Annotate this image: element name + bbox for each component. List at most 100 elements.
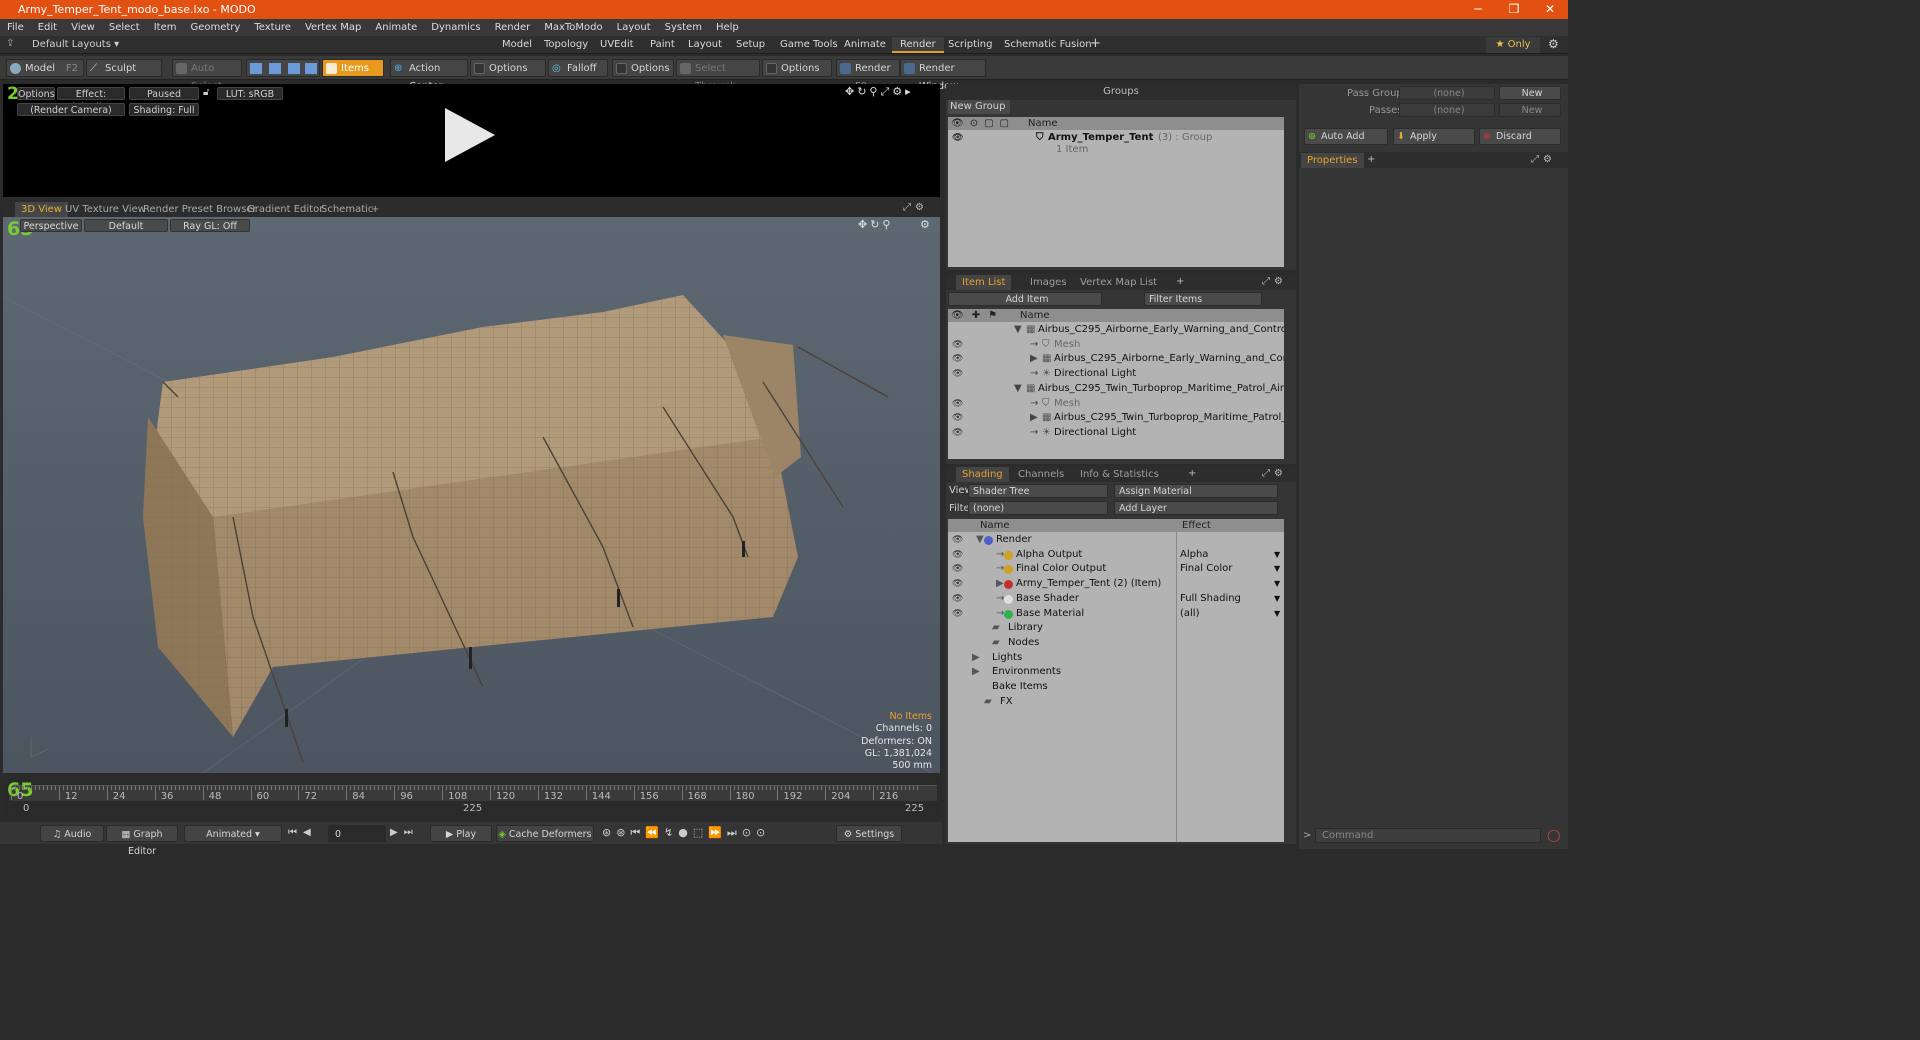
panel-icons[interactable]: ⤢⚙ xyxy=(1531,152,1556,168)
restore-icon[interactable]: ❐ xyxy=(1496,0,1532,19)
command-history-icon[interactable]: ◯ xyxy=(1547,828,1560,842)
menu-item-view[interactable]: View xyxy=(64,19,102,36)
tab-channels[interactable]: Channels xyxy=(1012,467,1070,482)
expand-arrow-icon[interactable]: ▶ xyxy=(1030,411,1038,426)
cache-deformers-button[interactable]: ◈ Cache Deformers xyxy=(496,825,594,842)
shader-row[interactable]: 👁︎ → Base Shader Full Shading ▼ xyxy=(948,592,1284,607)
add-tab-icon[interactable]: + xyxy=(365,202,385,217)
eye-icon[interactable]: 👁︎ xyxy=(952,592,963,607)
falloff-button[interactable]: ◎ Falloff xyxy=(548,59,608,77)
play-icon[interactable] xyxy=(441,106,497,164)
tab-item-list[interactable]: Item List xyxy=(956,275,1012,290)
item-row[interactable]: 👁︎ → ⛉ Mesh xyxy=(948,397,1284,412)
chevron-down-icon[interactable]: ▼ xyxy=(1274,577,1280,592)
add-item-dropdown[interactable]: Add Item xyxy=(948,292,1102,306)
tab-layout[interactable]: Layout xyxy=(680,37,730,53)
expand-arrow-icon[interactable]: ▶ xyxy=(972,651,980,666)
add-tab-icon[interactable]: + xyxy=(1188,466,1196,482)
panel-icons[interactable]: ⤢⚙ xyxy=(1262,466,1287,482)
panel-icons[interactable]: ⤢⚙ xyxy=(1262,274,1287,290)
animated-dropdown[interactable]: Animated ▾ xyxy=(184,825,282,842)
eye-icon[interactable]: 👁︎ xyxy=(952,426,963,441)
paused-toggle[interactable]: Paused xyxy=(129,87,199,100)
view-panel-icons[interactable]: ⤢⚙ xyxy=(903,202,928,213)
shading-dropdown[interactable]: Shading: Full xyxy=(129,103,199,116)
menu-item-texture[interactable]: Texture xyxy=(247,19,298,36)
menu-item-animate[interactable]: Animate xyxy=(368,19,424,36)
add-tab-icon[interactable]: + xyxy=(1090,36,1101,51)
pass-groups-dropdown[interactable]: (none) xyxy=(1399,86,1495,100)
select-through-options-button[interactable]: Options xyxy=(762,59,832,77)
shader-row[interactable]: Bake Items xyxy=(948,680,1284,695)
menu-item-select[interactable]: Select xyxy=(102,19,147,36)
command-input[interactable]: Command xyxy=(1315,828,1541,843)
eye-icon[interactable]: 👁︎ xyxy=(952,338,963,353)
tab-images[interactable]: Images xyxy=(1024,275,1073,290)
expand-arrow-icon[interactable]: → xyxy=(1030,397,1038,412)
tab-properties[interactable]: Properties xyxy=(1301,153,1364,168)
tab-info-statistics[interactable]: Info & Statistics xyxy=(1074,467,1165,482)
settings-button[interactable]: ⚙ Settings xyxy=(836,825,902,842)
item-row[interactable]: 👁︎ → ☀ Directional Light xyxy=(948,426,1284,441)
add-layer-dropdown[interactable]: Add Layer xyxy=(1114,501,1278,515)
shader-row[interactable]: 👁︎ ▶ Army_Temper_Tent (2) (Item) ▼ xyxy=(948,577,1284,592)
lock-icon[interactable]: 🔓︎ xyxy=(203,87,209,98)
close-icon[interactable]: ✕ xyxy=(1532,0,1568,19)
polygons-icon[interactable] xyxy=(288,63,300,74)
layout-menu-icon[interactable]: ⇪ xyxy=(6,38,14,49)
chevron-down-icon[interactable]: ▼ xyxy=(1274,548,1280,563)
shader-row[interactable]: 👁︎ → Base Material (all) ▼ xyxy=(948,607,1284,622)
layout-preset-dropdown[interactable]: Default Layouts ▾ xyxy=(32,38,119,52)
effect-value[interactable]: Final Color xyxy=(1180,562,1232,577)
shader-row[interactable]: ▶ Environments xyxy=(948,665,1284,680)
items-mode-button[interactable]: Items xyxy=(322,59,384,77)
auto-select-button[interactable]: Auto Select xyxy=(172,59,242,92)
effect-value[interactable]: Full Shading xyxy=(1180,592,1241,607)
tab-game-tools[interactable]: Game Tools xyxy=(772,37,846,53)
effect-value[interactable]: (all) xyxy=(1180,607,1200,622)
new-pass-button[interactable]: New xyxy=(1499,103,1561,117)
eye-icon[interactable]: 👁︎ xyxy=(952,397,963,412)
item-row[interactable]: 👁︎ → ⛉ Mesh xyxy=(948,338,1284,353)
eye-icon[interactable]: 👁︎ xyxy=(952,367,963,382)
tab-uvedit[interactable]: UVEdit xyxy=(592,37,642,53)
shader-row[interactable]: ▰ FX xyxy=(948,695,1284,710)
tab-animate[interactable]: Animate xyxy=(836,37,894,53)
item-row[interactable]: ▼ ▦ Airbus_C295_Airborne_Early_Warning_and… xyxy=(948,323,1284,338)
menu-item-dynamics[interactable]: Dynamics xyxy=(424,19,487,36)
shader-row[interactable]: ▶ Lights xyxy=(948,651,1284,666)
add-tab-icon[interactable]: + xyxy=(1367,152,1375,168)
eye-icon[interactable]: 👁︎ xyxy=(952,607,963,622)
expand-arrow-icon[interactable]: ▼ xyxy=(1014,382,1022,397)
menu-item-system[interactable]: System xyxy=(658,19,709,36)
menu-item-file[interactable]: File xyxy=(0,19,31,36)
tab-topology[interactable]: Topology xyxy=(536,37,596,53)
passes-dropdown[interactable]: (none) xyxy=(1399,103,1495,117)
chevron-down-icon[interactable]: ▼ xyxy=(1274,607,1280,622)
timeline[interactable]: 65 0 12 24 36 48 60 72 84 96 108 120 132 144 156 168 18… xyxy=(3,777,940,817)
shader-row[interactable]: ▰ Nodes xyxy=(948,636,1284,651)
graph-editor-button[interactable]: ▦ Graph Editor xyxy=(106,825,178,857)
tab-setup[interactable]: Setup xyxy=(728,37,773,53)
sculpt-mode-button[interactable]: ⟋ Sculpt xyxy=(86,59,162,77)
item-row[interactable]: 👁︎ → ☀ Directional Light xyxy=(948,367,1284,382)
audio-button[interactable]: ♫ Audio xyxy=(40,825,104,842)
item-row[interactable]: 👁︎ ▶ ▦ Airbus_C295_Airborne_Early_Warning_a… xyxy=(948,352,1284,367)
assign-material-button[interactable]: Assign Material xyxy=(1114,484,1278,498)
discard-button[interactable]: ⊗ Discard xyxy=(1479,128,1561,145)
gear-icon[interactable]: ⚙ xyxy=(1548,37,1559,51)
preview-nav-icons[interactable]: ✥↻⚲⤢⚙▸ xyxy=(845,85,914,99)
action-center-options-button[interactable]: Options xyxy=(470,59,546,77)
eye-icon[interactable]: 👁︎ xyxy=(952,352,963,367)
expand-arrow-icon[interactable]: ▶ xyxy=(1030,352,1038,367)
eye-icon[interactable]: 👁︎ xyxy=(952,533,963,548)
falloff-options-button[interactable]: Options xyxy=(612,59,674,77)
chevron-down-icon[interactable]: ▼ xyxy=(1274,592,1280,607)
tab-model[interactable]: Model xyxy=(494,37,540,53)
menu-item-help[interactable]: Help xyxy=(709,19,746,36)
tab-shading[interactable]: Shading xyxy=(956,467,1009,482)
apply-button[interactable]: ⬇ Apply xyxy=(1393,128,1475,145)
step-back-icons[interactable]: ⏮◀ xyxy=(288,827,317,838)
menu-item-vertex-map[interactable]: Vertex Map xyxy=(298,19,368,36)
shader-view-dropdown[interactable]: Shader Tree xyxy=(968,484,1108,498)
